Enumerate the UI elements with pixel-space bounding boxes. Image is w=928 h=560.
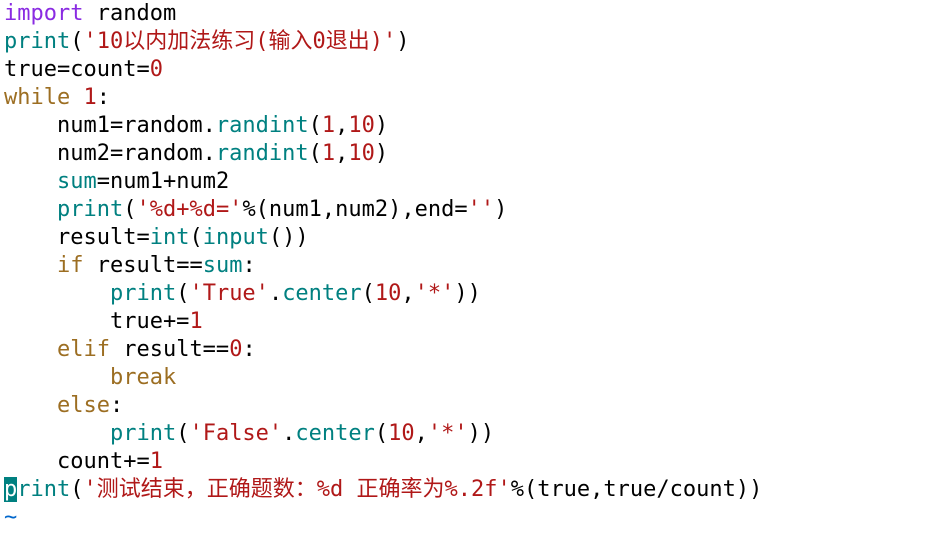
fn-randint: randint: [216, 113, 309, 138]
kw-while: while: [4, 85, 70, 110]
line-13: elif result==0:: [4, 337, 256, 362]
fn-print: print: [110, 421, 176, 446]
fn-input: input: [203, 225, 269, 250]
eof-marker: ~: [4, 505, 17, 530]
fn-print: print: [4, 29, 70, 54]
fn-center: center: [282, 281, 361, 306]
line-8: print('%d+%d='%(num1,num2),end=''): [4, 197, 507, 222]
fn-randint: randint: [216, 141, 309, 166]
line-7: sum=num1+num2: [4, 169, 229, 194]
line-2: print('10以内加法练习(输入0退出)'): [4, 29, 409, 54]
string-literal: '10以内加法练习(输入0退出)': [83, 29, 396, 54]
cursor: p: [4, 477, 17, 502]
line-3: true=count=0: [4, 57, 163, 82]
fn-print: print: [110, 281, 176, 306]
code-editor[interactable]: import random print('10以内加法练习(输入0退出)') t…: [0, 0, 928, 532]
fn-print: rint: [17, 477, 70, 502]
kw-else: else: [57, 393, 110, 418]
line-17: count+=1: [4, 449, 163, 474]
string-literal: '%d+%d=': [136, 197, 242, 222]
line-18: print('测试结束，正确题数：%d 正确率为%.2f'%(true,true…: [4, 477, 762, 502]
string-literal: '测试结束，正确题数：%d 正确率为%.2f': [83, 477, 510, 502]
line-1: import random: [4, 1, 176, 26]
line-15: else:: [4, 393, 123, 418]
line-16: print('False'.center(10,'*')): [4, 421, 494, 446]
line-12: true+=1: [4, 309, 203, 334]
string-literal: 'False': [189, 421, 282, 446]
kw-if: if: [57, 253, 84, 278]
fn-print: print: [57, 197, 123, 222]
line-10: if result==sum:: [4, 253, 256, 278]
line-9: result=int(input()): [4, 225, 309, 250]
line-eof: ~: [4, 505, 17, 530]
line-4: while 1:: [4, 85, 110, 110]
fn-sum: sum: [57, 169, 97, 194]
line-14: break: [4, 365, 176, 390]
kw-import: import: [4, 1, 83, 26]
fn-center: center: [295, 421, 374, 446]
kw-break: break: [110, 365, 176, 390]
string-literal: 'True': [189, 281, 268, 306]
kw-elif: elif: [57, 337, 110, 362]
fn-int: int: [150, 225, 190, 250]
line-5: num1=random.randint(1,10): [4, 113, 388, 138]
line-11: print('True'.center(10,'*')): [4, 281, 481, 306]
line-6: num2=random.randint(1,10): [4, 141, 388, 166]
